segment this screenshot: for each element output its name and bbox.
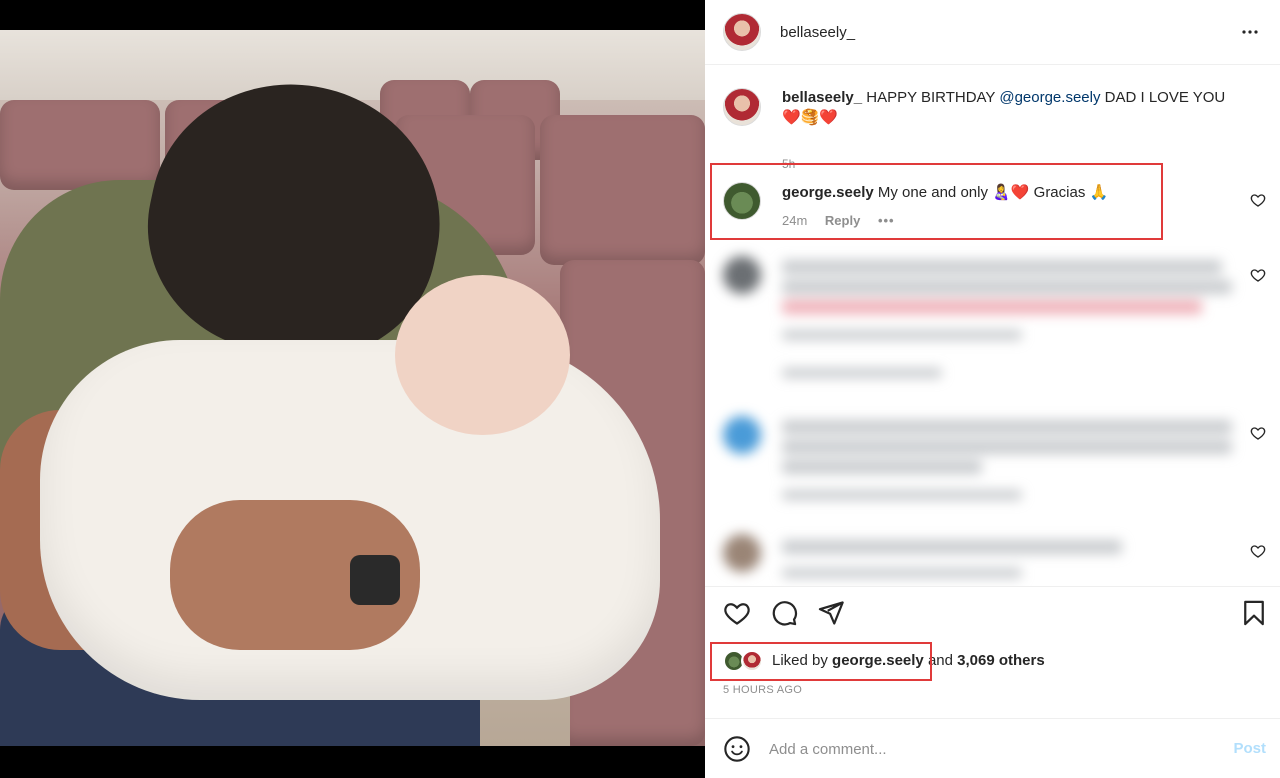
caption-body-2: DAD I LOVE YOU [1104,89,1226,106]
comment-highlight-box [710,163,1163,240]
photo-baby-face [395,275,570,435]
post-button[interactable]: Post [1233,740,1266,757]
blurred-comment [723,256,1243,386]
add-comment-bar: Post [705,718,1280,778]
blurred-line [782,330,1022,340]
post-photo-pane [0,0,705,778]
blurred-line [782,260,1222,274]
caption-text: bellaseely_ HAPPY BIRTHDAY @george.seely… [782,88,1242,128]
photo-wall [0,30,705,100]
post-photo[interactable] [0,30,705,746]
blurred-line [782,420,1232,434]
comments-list[interactable]: bellaseely_ HAPPY BIRTHDAY @george.seely… [705,66,1280,586]
header-username[interactable]: bellaseely_ [780,24,855,41]
caption-avatar[interactable] [723,88,761,126]
blurred-line [782,540,1122,554]
more-options-icon[interactable] [1238,20,1262,44]
caption-emojis: ❤️🥞❤️ [782,109,839,126]
comment-like-heart-icon[interactable] [1250,425,1266,441]
blurred-line [782,490,1022,500]
like-heart-icon[interactable] [723,599,751,627]
blurred-avatar [723,256,761,294]
blurred-avatar [723,416,761,454]
blurred-comment [723,416,1243,506]
save-bookmark-icon[interactable] [1240,599,1268,627]
likes-count-link[interactable]: 3,069 others [957,652,1045,669]
photo-watch [350,555,400,605]
blurred-line [782,368,942,378]
blurred-avatar [723,534,761,572]
comment-input[interactable] [769,737,1209,761]
post-header: bellaseely_ [705,0,1280,65]
share-paper-plane-icon[interactable] [817,599,845,627]
blurred-line [782,460,982,474]
caption-body-1: HAPPY BIRTHDAY [866,89,996,106]
post-actions-bar [705,586,1280,636]
comment-like-heart-icon[interactable] [1250,267,1266,283]
post-timestamp[interactable]: 5 HOURS AGO [723,684,802,696]
comment-bubble-icon[interactable] [770,599,798,627]
blurred-line [782,568,1022,578]
blurred-line [782,280,1232,294]
likes-highlight-box [710,642,932,681]
blurred-line [782,300,1202,314]
photo-chair [540,115,705,265]
photo-chair [0,100,160,190]
comment-like-heart-icon[interactable] [1250,192,1266,208]
emoji-icon[interactable] [723,735,751,763]
blurred-comment [723,534,1243,584]
caption-mention-link[interactable]: @george.seely [999,89,1100,106]
profile-avatar[interactable] [723,13,761,51]
post-side-panel: bellaseely_ bellaseely_ HAPPY BIRTHDAY @… [705,0,1280,778]
blurred-line [782,440,1232,454]
caption-username[interactable]: bellaseely_ [782,89,862,106]
comment-like-heart-icon[interactable] [1250,543,1266,559]
